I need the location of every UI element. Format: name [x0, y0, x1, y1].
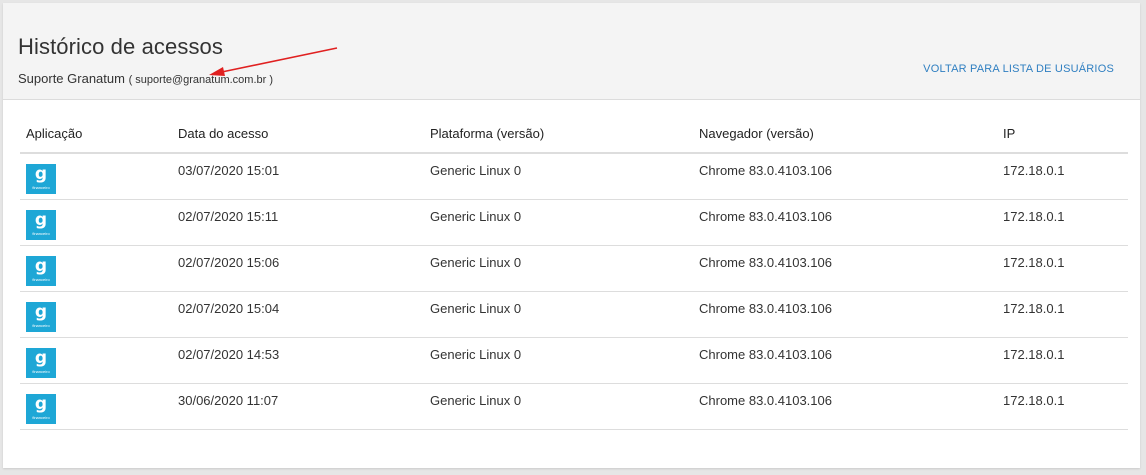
- cell-application: g financeiro: [20, 245, 172, 292]
- table-row: g financeiro 02/07/2020 15:06 Generic Lin…: [20, 245, 1128, 292]
- cell-ip: 172.18.0.1: [997, 383, 1128, 430]
- column-header-ip: IP: [997, 114, 1128, 154]
- cell-platform: Generic Linux 0: [424, 245, 693, 292]
- cell-platform: Generic Linux 0: [424, 291, 693, 338]
- cell-application: g financeiro: [20, 153, 172, 200]
- table-header-row: Aplicação Data do acesso Plataforma (ver…: [20, 114, 1128, 154]
- annotation-arrow-icon: [209, 47, 338, 76]
- cell-access-date: 02/07/2020 15:06: [172, 245, 424, 292]
- cell-browser: Chrome 83.0.4103.106: [693, 245, 997, 292]
- granatum-app-icon: g financeiro: [26, 393, 56, 424]
- column-header-application: Aplicação: [20, 114, 172, 154]
- user-name: Suporte Granatum: [18, 71, 125, 86]
- cell-browser: Chrome 83.0.4103.106: [693, 337, 997, 384]
- cell-access-date: 30/06/2020 11:07: [172, 383, 424, 430]
- granatum-app-icon: g financeiro: [26, 255, 56, 286]
- cell-ip: 172.18.0.1: [997, 291, 1128, 338]
- column-header-platform: Plataforma (versão): [424, 114, 693, 154]
- cell-ip: 172.18.0.1: [997, 245, 1128, 292]
- cell-access-date: 03/07/2020 15:01: [172, 153, 424, 200]
- cell-browser: Chrome 83.0.4103.106: [693, 199, 997, 246]
- cell-access-date: 02/07/2020 15:04: [172, 291, 424, 338]
- cell-application: g financeiro: [20, 291, 172, 338]
- cell-application: g financeiro: [20, 383, 172, 430]
- access-history-card: Histórico de acessos Suporte Granatum ( …: [3, 3, 1140, 468]
- cell-ip: 172.18.0.1: [997, 153, 1128, 200]
- table-body: g financeiro 03/07/2020 15:01 Generic Lin…: [20, 153, 1128, 430]
- cell-application: g financeiro: [20, 199, 172, 246]
- granatum-app-icon: g financeiro: [26, 347, 56, 378]
- granatum-app-icon: g financeiro: [26, 164, 56, 194]
- cell-access-date: 02/07/2020 15:11: [172, 199, 424, 246]
- cell-platform: Generic Linux 0: [424, 153, 693, 200]
- cell-ip: 172.18.0.1: [997, 199, 1128, 246]
- cell-platform: Generic Linux 0: [424, 337, 693, 384]
- column-header-access-date: Data do acesso: [172, 114, 424, 154]
- table-row: g financeiro 30/06/2020 11:07 Generic Lin…: [20, 383, 1128, 430]
- card-header: Histórico de acessos Suporte Granatum ( …: [3, 3, 1140, 100]
- column-header-browser: Navegador (versão): [693, 114, 997, 154]
- cell-browser: Chrome 83.0.4103.106: [693, 153, 997, 200]
- table-row: g financeiro 02/07/2020 15:11 Generic Lin…: [20, 199, 1128, 246]
- access-history-table: Aplicação Data do acesso Plataforma (ver…: [20, 114, 1128, 430]
- granatum-app-icon: g financeiro: [26, 209, 56, 240]
- cell-ip: 172.18.0.1: [997, 337, 1128, 384]
- table-row: g financeiro 02/07/2020 15:04 Generic Lin…: [20, 291, 1128, 338]
- cell-browser: Chrome 83.0.4103.106: [693, 291, 997, 338]
- table-row: g financeiro 02/07/2020 14:53 Generic Lin…: [20, 337, 1128, 384]
- page-title: Histórico de acessos: [18, 34, 223, 59]
- cell-platform: Generic Linux 0: [424, 383, 693, 430]
- table-row: g financeiro 03/07/2020 15:01 Generic Lin…: [20, 153, 1128, 200]
- cell-browser: Chrome 83.0.4103.106: [693, 383, 997, 430]
- granatum-app-icon: g financeiro: [26, 301, 56, 332]
- cell-access-date: 02/07/2020 14:53: [172, 337, 424, 384]
- back-to-user-list-link[interactable]: VOLTAR PARA LISTA DE USUÁRIOS: [923, 63, 1114, 75]
- cell-application: g financeiro: [20, 337, 172, 384]
- cell-platform: Generic Linux 0: [424, 199, 693, 246]
